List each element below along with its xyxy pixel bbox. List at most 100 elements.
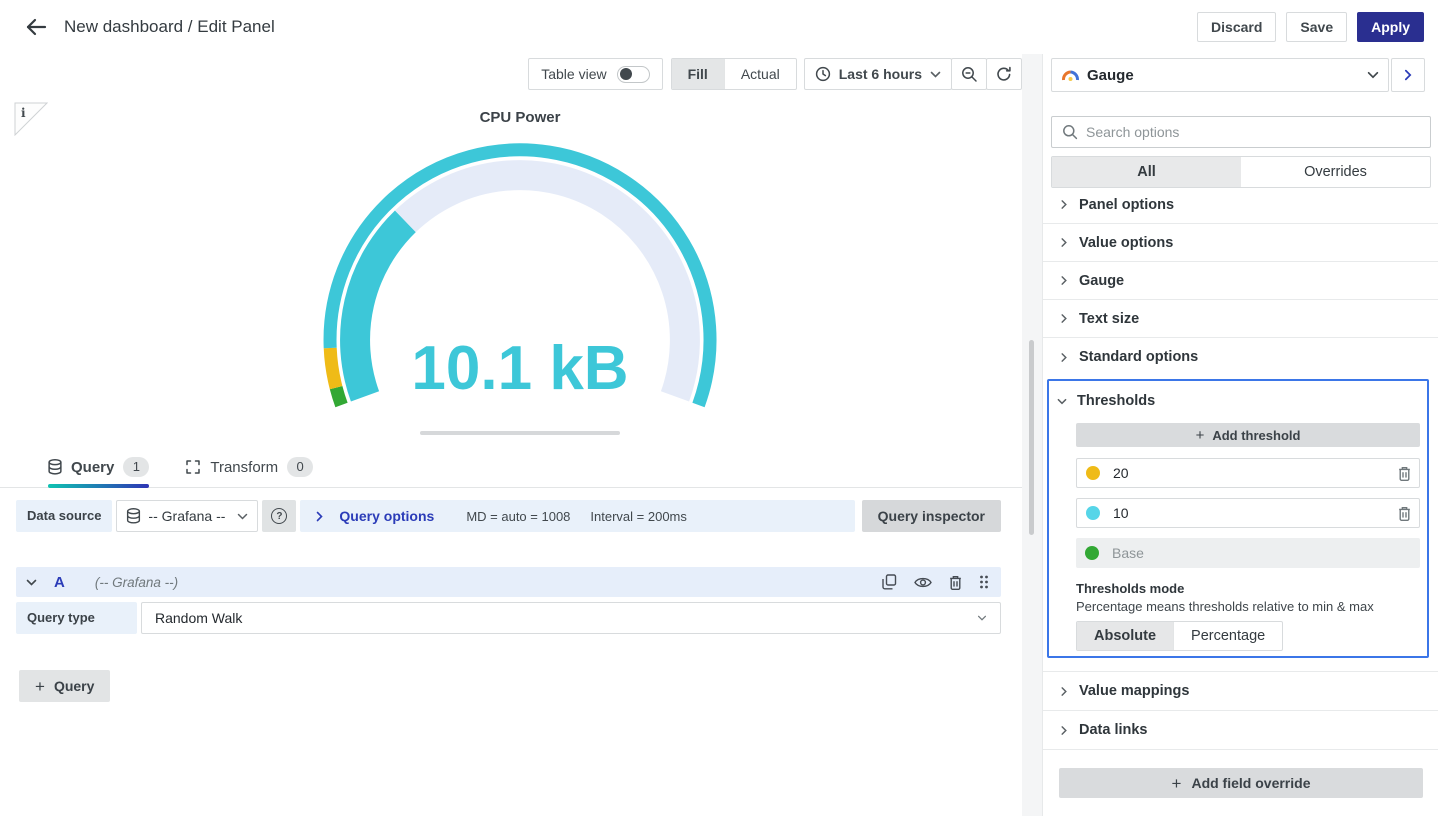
section-label: Data links bbox=[1079, 722, 1148, 738]
actual-option[interactable]: Actual bbox=[724, 59, 796, 89]
time-range-picker[interactable]: Last 6 hours bbox=[804, 58, 952, 90]
visualization-name: Gauge bbox=[1087, 67, 1134, 84]
section-data-links[interactable]: Data links bbox=[1043, 711, 1438, 750]
chevron-right-icon bbox=[1061, 238, 1068, 248]
max-data-points-stat: MD = auto = 1008 bbox=[466, 509, 570, 524]
plus-icon: + bbox=[35, 678, 45, 695]
section-label: Value options bbox=[1079, 235, 1173, 251]
query-count-badge: 1 bbox=[123, 457, 149, 477]
chevron-right-icon bbox=[1061, 686, 1068, 696]
tab-query[interactable]: Query 1 bbox=[48, 447, 149, 488]
delete-query-trash-icon[interactable] bbox=[949, 575, 962, 590]
data-source-help-button[interactable]: ? bbox=[262, 500, 296, 532]
search-icon bbox=[1062, 124, 1078, 140]
toggle-knob bbox=[620, 68, 632, 80]
data-source-row: Data source -- Grafana -- ? Query option… bbox=[16, 500, 1001, 532]
base-color-dot[interactable] bbox=[1084, 545, 1100, 561]
query-datasource-hint: (-- Grafana --) bbox=[95, 575, 178, 590]
plus-icon: + bbox=[1196, 428, 1205, 443]
delete-threshold-trash-icon[interactable] bbox=[1398, 466, 1411, 481]
threshold-value-input[interactable]: 20 bbox=[1113, 465, 1129, 481]
tab-transform-label: Transform bbox=[210, 459, 278, 476]
gauge-value-arc bbox=[355, 221, 405, 396]
duplicate-query-icon[interactable] bbox=[882, 574, 897, 590]
drag-grip-icon[interactable] bbox=[979, 575, 989, 589]
refresh-icon bbox=[996, 66, 1012, 82]
filter-all[interactable]: All bbox=[1052, 157, 1241, 187]
threshold-color-dot[interactable] bbox=[1085, 465, 1101, 481]
display-mode-segment: Fill Actual bbox=[671, 58, 797, 90]
threshold-value-input[interactable]: 10 bbox=[1113, 505, 1129, 521]
discard-button[interactable]: Discard bbox=[1197, 12, 1276, 42]
query-row-header[interactable]: A (-- Grafana --) bbox=[16, 567, 1001, 597]
data-source-select[interactable]: -- Grafana -- bbox=[116, 500, 258, 532]
query-type-label: Query type bbox=[16, 602, 137, 634]
clock-icon bbox=[815, 66, 831, 82]
add-query-button[interactable]: + Query bbox=[19, 670, 110, 702]
editor-tabs: Query 1 Transform 0 bbox=[0, 447, 1022, 488]
tab-transform[interactable]: Transform 0 bbox=[185, 447, 313, 488]
hide-query-eye-icon[interactable] bbox=[914, 576, 932, 589]
gauge-viz-icon bbox=[1061, 68, 1080, 82]
mode-percentage[interactable]: Percentage bbox=[1173, 622, 1282, 650]
grafana-edit-panel: New dashboard / Edit Panel Discard Save … bbox=[0, 0, 1438, 816]
header-actions: Discard Save Apply bbox=[1197, 12, 1424, 42]
transform-count-badge: 0 bbox=[287, 457, 313, 477]
add-field-override-label: Add field override bbox=[1191, 775, 1310, 791]
threshold-row[interactable]: 20 bbox=[1076, 458, 1420, 488]
scrollbar-thumb[interactable] bbox=[1029, 340, 1034, 535]
table-view-label: Table view bbox=[541, 66, 606, 82]
add-threshold-button[interactable]: + Add threshold bbox=[1076, 423, 1420, 447]
delete-threshold-trash-icon[interactable] bbox=[1398, 506, 1411, 521]
time-range-label: Last 6 hours bbox=[839, 66, 922, 82]
mode-absolute[interactable]: Absolute bbox=[1077, 622, 1173, 650]
query-row-actions bbox=[882, 574, 989, 590]
top-header: New dashboard / Edit Panel Discard Save … bbox=[0, 0, 1438, 54]
chevron-right-icon bbox=[1404, 69, 1412, 81]
zoom-out-icon bbox=[961, 66, 978, 83]
section-gauge[interactable]: Gauge bbox=[1043, 262, 1438, 300]
fill-option[interactable]: Fill bbox=[672, 59, 724, 89]
refresh-button[interactable] bbox=[986, 58, 1022, 90]
filter-overrides[interactable]: Overrides bbox=[1241, 157, 1430, 187]
collapse-options-pane-button[interactable] bbox=[1391, 58, 1425, 92]
query-inspector-button[interactable]: Query inspector bbox=[862, 500, 1001, 532]
time-controls: Last 6 hours bbox=[805, 58, 1022, 90]
visualization-picker[interactable]: Gauge bbox=[1051, 58, 1389, 92]
database-icon bbox=[126, 508, 141, 524]
section-label: Text size bbox=[1079, 311, 1139, 327]
add-field-override-button[interactable]: + Add field override bbox=[1059, 768, 1423, 798]
section-value-mappings[interactable]: Value mappings bbox=[1043, 672, 1438, 711]
gauge-svg: 10.1 kB bbox=[260, 140, 780, 440]
apply-button[interactable]: Apply bbox=[1357, 12, 1424, 42]
section-label: Standard options bbox=[1079, 349, 1198, 365]
query-type-select[interactable]: Random Walk bbox=[141, 602, 1001, 634]
threshold-band-yellow bbox=[330, 348, 336, 388]
thresholds-mode-segment: Absolute Percentage bbox=[1076, 621, 1283, 651]
panel-resize-handle[interactable] bbox=[420, 431, 620, 435]
thresholds-header[interactable]: Thresholds bbox=[1057, 393, 1155, 409]
section-panel-options[interactable]: Panel options bbox=[1043, 186, 1438, 224]
thresholds-mode-label: Thresholds mode bbox=[1076, 581, 1184, 596]
plus-icon: + bbox=[1172, 775, 1182, 792]
save-button[interactable]: Save bbox=[1286, 12, 1347, 42]
chevron-down-icon bbox=[977, 615, 987, 621]
back-button[interactable] bbox=[18, 9, 54, 45]
section-value-options[interactable]: Value options bbox=[1043, 224, 1438, 262]
gauge-value-text: 10.1 kB bbox=[411, 334, 628, 403]
threshold-color-dot[interactable] bbox=[1085, 505, 1101, 521]
search-input[interactable] bbox=[1086, 124, 1420, 140]
section-text-size[interactable]: Text size bbox=[1043, 300, 1438, 338]
thresholds-title: Thresholds bbox=[1077, 393, 1155, 409]
zoom-out-button[interactable] bbox=[951, 58, 987, 90]
section-standard-options[interactable]: Standard options bbox=[1043, 338, 1438, 376]
query-options-label: Query options bbox=[339, 508, 434, 524]
gauge-visualization: 10.1 kB bbox=[260, 140, 780, 440]
options-sidebar: Gauge All Overrides Panel opti bbox=[1042, 54, 1438, 816]
table-view-toggle[interactable] bbox=[617, 66, 650, 83]
chevron-right-icon bbox=[1061, 314, 1068, 324]
query-options-bar[interactable]: Query options MD = auto = 1008 Interval … bbox=[300, 500, 854, 532]
chevron-right-icon bbox=[1061, 276, 1068, 286]
threshold-row[interactable]: 10 bbox=[1076, 498, 1420, 528]
threshold-base-row: Base bbox=[1076, 538, 1420, 568]
